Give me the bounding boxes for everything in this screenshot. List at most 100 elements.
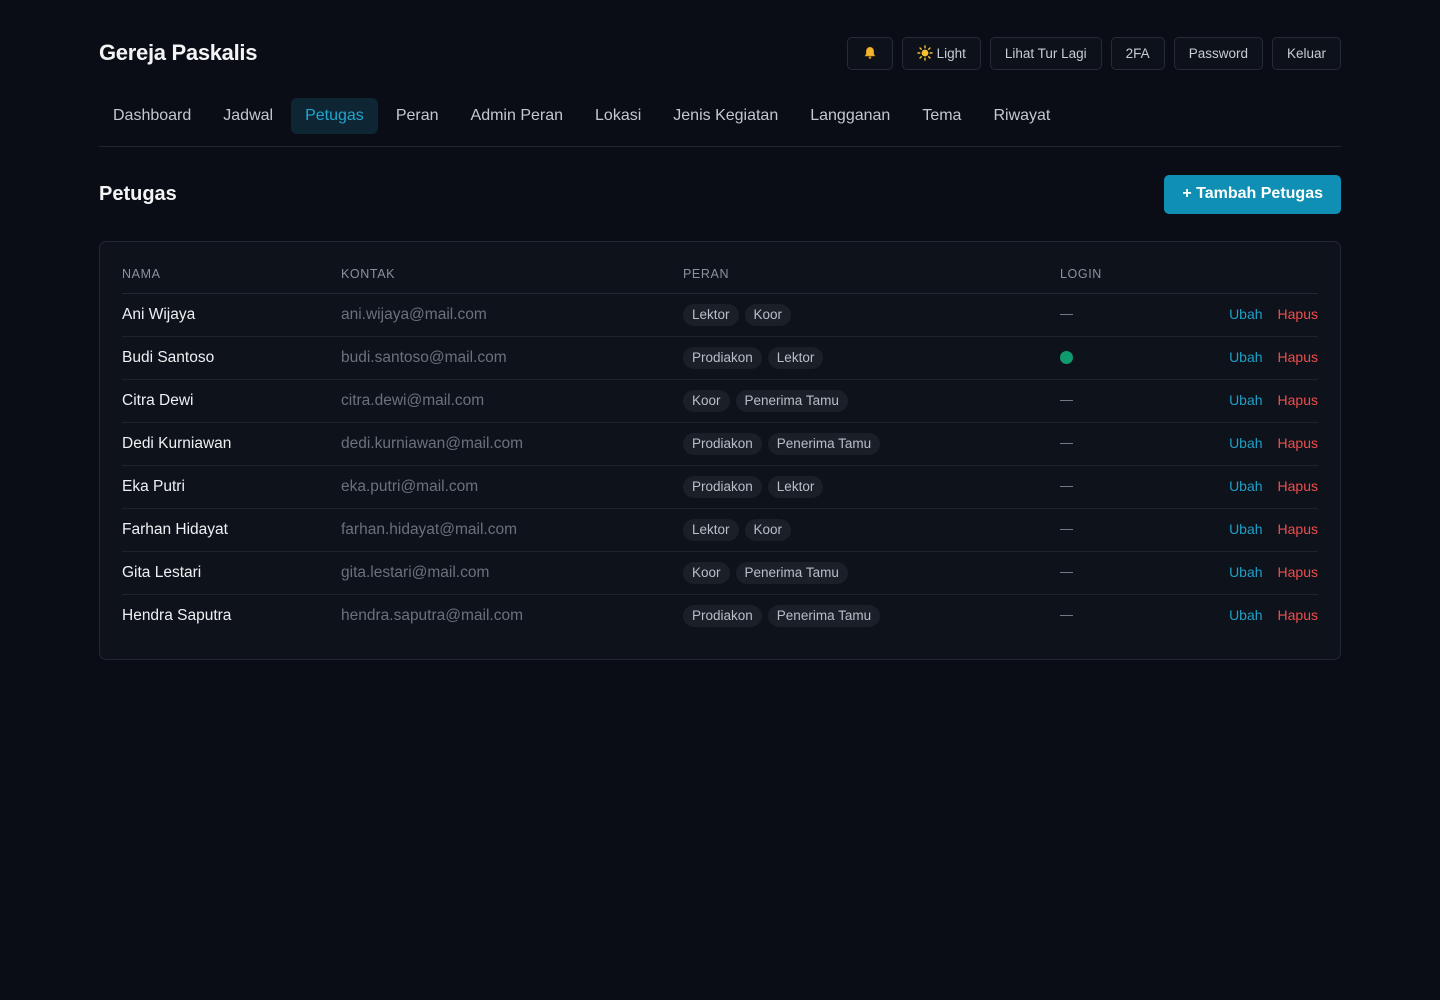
cell-login: [1060, 336, 1170, 380]
petugas-email: citra.dewi@mail.com: [341, 391, 485, 409]
login-none-indicator: [1060, 615, 1073, 617]
role-chip: Prodiakon: [683, 432, 762, 455]
role-chip: Lektor: [767, 346, 824, 369]
cell-name: Dedi Kurniawan: [122, 422, 341, 466]
delete-link[interactable]: Hapus: [1278, 349, 1318, 365]
edit-link[interactable]: Ubah: [1229, 521, 1262, 537]
role-chip: Koor: [683, 561, 730, 584]
delete-link[interactable]: Hapus: [1278, 607, 1318, 623]
cell-name: Ani Wijaya: [122, 293, 341, 337]
cell-roles: Lektor Koor: [683, 293, 1060, 337]
add-petugas-button[interactable]: + Tambah Petugas: [1164, 174, 1341, 214]
cell-roles: Prodiakon Lektor: [683, 336, 1060, 380]
main-nav: Dashboard Jadwal Petugas Peran Admin Per…: [99, 96, 1341, 136]
column-header-actions: [1170, 256, 1318, 294]
tour-button[interactable]: Lihat Tur Lagi: [989, 36, 1102, 70]
edit-link[interactable]: Ubah: [1229, 435, 1262, 451]
delete-link[interactable]: Hapus: [1278, 435, 1318, 451]
petugas-email: gita.lestari@mail.com: [341, 563, 490, 581]
nav-divider: [99, 146, 1341, 147]
table-row: Budi Santoso budi.santoso@mail.com Prodiak…: [122, 336, 1318, 380]
theme-toggle-button[interactable]: Light: [901, 36, 981, 70]
role-chip: Prodiakon: [683, 346, 762, 369]
page-title: Petugas: [99, 182, 177, 205]
cell-name: Farhan Hidayat: [122, 508, 341, 552]
petugas-email: farhan.hidayat@mail.com: [341, 520, 517, 538]
role-chip: Prodiakon: [683, 604, 762, 627]
section-header: Petugas + Tambah Petugas: [99, 174, 1341, 214]
tab-peran[interactable]: Peran: [382, 98, 453, 134]
petugas-email: eka.putri@mail.com: [341, 477, 479, 495]
cell-login: [1060, 551, 1170, 595]
edit-link[interactable]: Ubah: [1229, 564, 1262, 580]
role-chip: Koor: [744, 303, 792, 326]
password-button[interactable]: Password: [1173, 36, 1263, 70]
role-chip: Koor: [744, 518, 792, 541]
role-chip: Penerima Tamu: [767, 604, 881, 627]
delete-link[interactable]: Hapus: [1278, 306, 1318, 322]
cell-name: Budi Santoso: [122, 336, 341, 380]
delete-link[interactable]: Hapus: [1278, 521, 1318, 537]
edit-link[interactable]: Ubah: [1229, 349, 1262, 365]
notifications-button[interactable]: [846, 36, 893, 70]
table-header-row: NAMA KONTAK PERAN LOGIN: [122, 256, 1318, 294]
tab-langganan[interactable]: Langganan: [796, 98, 904, 134]
cell-actions: Ubah Hapus: [1170, 508, 1318, 552]
cell-name: Eka Putri: [122, 465, 341, 509]
delete-link[interactable]: Hapus: [1278, 392, 1318, 408]
top-bar: Gereja Paskalis Light Lihat Tur Lagi 2FA…: [99, 0, 1341, 106]
app-title: Gereja Paskalis: [99, 40, 258, 65]
table-row: Hendra Saputra hendra.saputra@mail.com Pro…: [122, 594, 1318, 637]
column-header-name[interactable]: NAMA: [122, 256, 341, 294]
cell-login: [1060, 594, 1170, 637]
cell-actions: Ubah Hapus: [1170, 336, 1318, 380]
tab-admin-peran[interactable]: Admin Peran: [457, 98, 578, 134]
cell-login: [1060, 293, 1170, 337]
cell-roles: Prodiakon Penerima Tamu: [683, 594, 1060, 637]
cell-actions: Ubah Hapus: [1170, 379, 1318, 423]
cell-roles: Prodiakon Penerima Tamu: [683, 422, 1060, 466]
cell-login: [1060, 508, 1170, 552]
cell-actions: Ubah Hapus: [1170, 594, 1318, 637]
cell-contact: farhan.hidayat@mail.com: [341, 508, 683, 552]
petugas-name: Gita Lestari: [122, 563, 202, 581]
petugas-name: Citra Dewi: [122, 391, 194, 409]
role-chip: Penerima Tamu: [735, 561, 848, 584]
delete-link[interactable]: Hapus: [1278, 564, 1318, 580]
cell-roles: Prodiakon Lektor: [683, 465, 1060, 509]
table-row: Citra Dewi citra.dewi@mail.com Koor Penerim…: [122, 379, 1318, 423]
role-chip: Lektor: [683, 518, 739, 541]
edit-link[interactable]: Ubah: [1229, 478, 1262, 494]
cell-contact: dedi.kurniawan@mail.com: [341, 422, 683, 466]
twofa-button[interactable]: 2FA: [1110, 36, 1165, 70]
column-header-role[interactable]: PERAN: [683, 256, 1060, 294]
petugas-table: NAMA KONTAK PERAN LOGIN Ani Wijaya ani.wi…: [122, 256, 1318, 637]
logout-button[interactable]: Keluar: [1271, 36, 1341, 70]
column-header-contact[interactable]: KONTAK: [341, 256, 683, 294]
petugas-email: budi.santoso@mail.com: [341, 348, 507, 366]
cell-actions: Ubah Hapus: [1170, 293, 1318, 337]
table-row: Gita Lestari gita.lestari@mail.com Koor Pen…: [122, 551, 1318, 595]
edit-link[interactable]: Ubah: [1229, 607, 1262, 623]
petugas-table-card: NAMA KONTAK PERAN LOGIN Ani Wijaya ani.wi…: [99, 241, 1341, 660]
table-row: Ani Wijaya ani.wijaya@mail.com Lektor Koor U…: [122, 293, 1318, 337]
cell-name: Gita Lestari: [122, 551, 341, 595]
cell-contact: eka.putri@mail.com: [341, 465, 683, 509]
cell-login: [1060, 379, 1170, 423]
table-row: Eka Putri eka.putri@mail.com Prodiakon Lekt…: [122, 465, 1318, 509]
role-chip: Penerima Tamu: [735, 389, 848, 412]
cell-contact: citra.dewi@mail.com: [341, 379, 683, 423]
cell-roles: Koor Penerima Tamu: [683, 551, 1060, 595]
column-header-login[interactable]: LOGIN: [1060, 256, 1170, 294]
tab-jenis-kegiatan[interactable]: Jenis Kegiatan: [659, 98, 792, 134]
edit-link[interactable]: Ubah: [1229, 392, 1262, 408]
tab-petugas[interactable]: Petugas: [291, 98, 378, 134]
delete-link[interactable]: Hapus: [1278, 478, 1318, 494]
tab-jadwal[interactable]: Jadwal: [209, 98, 287, 134]
tab-lokasi[interactable]: Lokasi: [581, 98, 655, 134]
tab-riwayat[interactable]: Riwayat: [979, 98, 1064, 134]
tab-tema[interactable]: Tema: [908, 98, 975, 134]
tab-dashboard[interactable]: Dashboard: [99, 98, 205, 134]
edit-link[interactable]: Ubah: [1229, 306, 1262, 322]
cell-contact: budi.santoso@mail.com: [341, 336, 683, 380]
